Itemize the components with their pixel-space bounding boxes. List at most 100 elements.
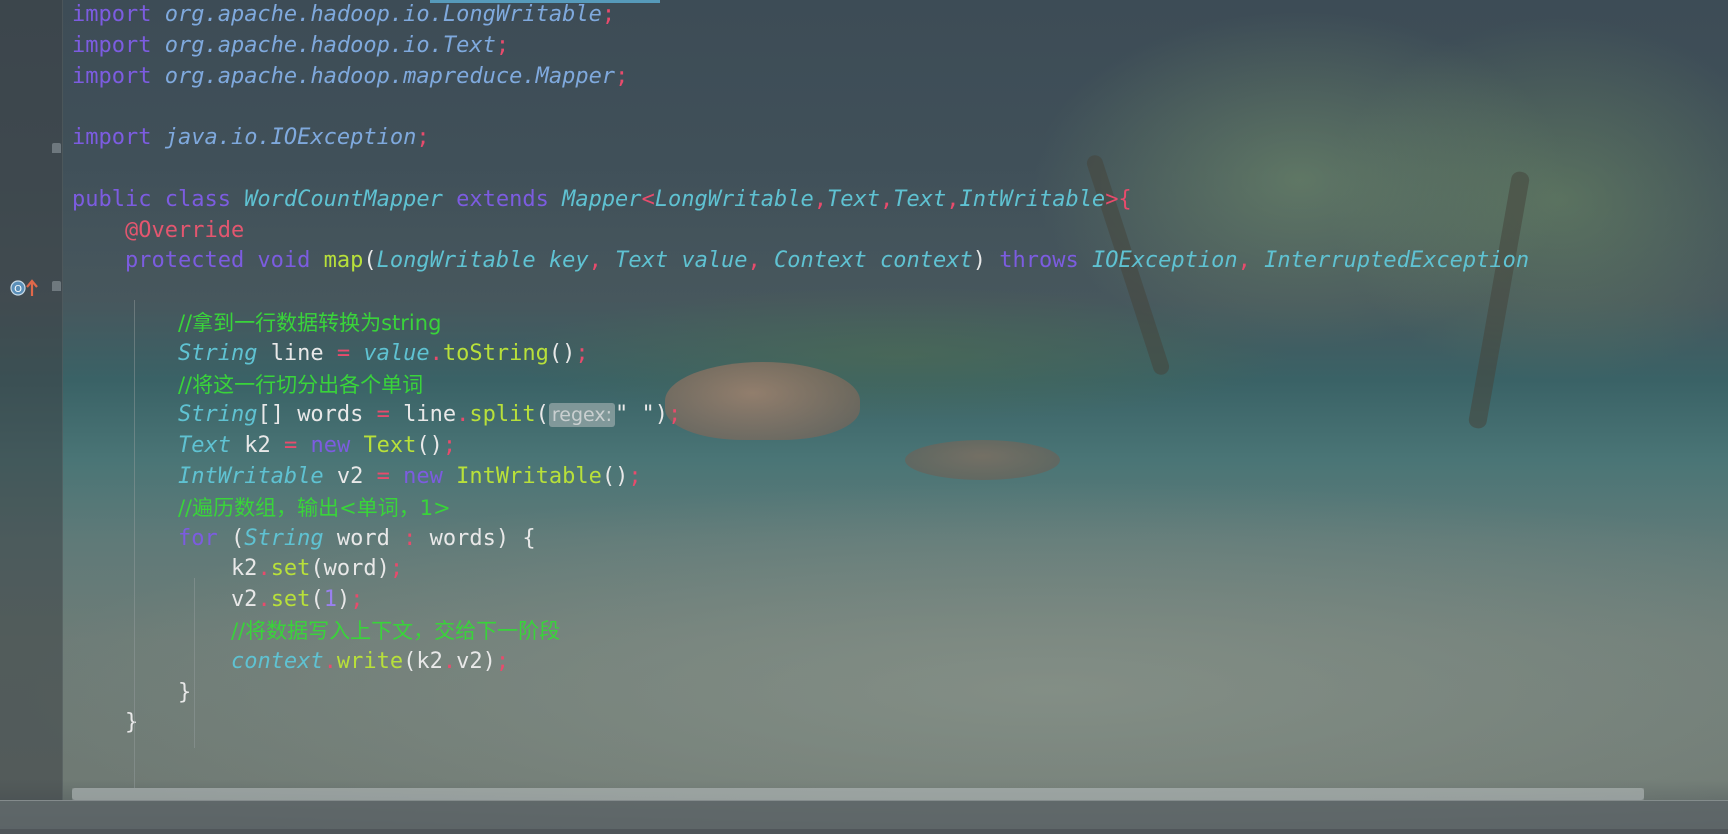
method-name: set [270, 587, 311, 613]
type-name: Text [893, 186, 947, 212]
code-line[interactable]: //将数据写入上下文，交给下一阶段 [72, 614, 560, 648]
punctuation: . [429, 340, 443, 366]
punctuation: ; [416, 125, 430, 151]
comment: //将这一行切分出各个单词 [177, 372, 424, 397]
code-text: v2 [336, 464, 377, 489]
code-line[interactable]: import org.apache.hadoop.io.Text; [72, 29, 509, 63]
method-name: split [469, 402, 536, 428]
punctuation: ; [495, 648, 510, 674]
punctuation: . [456, 402, 470, 428]
method-name: toString [442, 340, 549, 366]
code-line[interactable]: import org.apache.hadoop.io.LongWritable… [72, 0, 615, 32]
status-bar-strip [0, 829, 1728, 834]
type-name: LongWritable key [376, 248, 589, 274]
code-text: } [72, 679, 192, 705]
keyword: import [72, 32, 165, 58]
code-text: k2 [72, 556, 258, 582]
status-bar [0, 800, 1728, 834]
keyword: import [72, 63, 165, 89]
package-name: org.apache.hadoop.io.LongWritable [164, 2, 602, 27]
type-name: IntWritable [959, 186, 1106, 212]
keyword: protected void [124, 248, 324, 274]
code-line[interactable]: } [72, 706, 138, 740]
punctuation: ; [601, 2, 616, 27]
type-name: IOException [1091, 248, 1238, 274]
punctuation: ; [495, 32, 510, 58]
code-line[interactable]: IntWritable v2 = new IntWritable(); [72, 460, 642, 494]
method-name: map [323, 248, 364, 274]
rock-decoration [665, 362, 860, 440]
code-line[interactable]: @Override [72, 214, 244, 248]
punctuation: >{ [1105, 186, 1132, 212]
code-line[interactable]: //拿到一行数据转换为string [72, 306, 441, 340]
svg-text:O: O [14, 284, 22, 295]
code-line[interactable]: import java.io.IOException; [72, 121, 430, 155]
punctuation: = [283, 433, 311, 459]
punctuation: = [376, 464, 404, 489]
code-text: } [72, 710, 139, 736]
punctuation: ; [575, 340, 589, 366]
punctuation: , [813, 186, 828, 212]
ide-editor-window: O import org.apache.hadoop.io.LongWritab… [0, 0, 1728, 834]
code-line[interactable]: v2.set(1); [72, 583, 364, 617]
code-line[interactable]: String[] words = line.split(regex: " "); [72, 398, 681, 432]
parameter-hint: regex: [548, 403, 616, 428]
type-name: IntWritable [177, 464, 337, 489]
code-line[interactable]: //遍历数组，输出<单词，1> [72, 491, 451, 525]
code-text: ) [654, 402, 669, 428]
code-line[interactable]: context.write(k2.v2); [72, 645, 509, 679]
code-line[interactable]: for (String word : words) { [72, 522, 536, 556]
code-line[interactable]: public class WordCountMapper extends Map… [72, 183, 1132, 217]
code-line[interactable]: protected void map(LongWritable key, Tex… [72, 244, 1529, 278]
keyword: for [177, 525, 231, 551]
punctuation: , [946, 186, 960, 212]
indent-guide [134, 300, 135, 790]
code-line[interactable]: //将这一行切分出各个单词 [72, 368, 423, 402]
punctuation: ; [442, 433, 457, 459]
code-text: k2 [244, 433, 284, 459]
punctuation: . [257, 587, 271, 613]
punctuation: ; [615, 63, 629, 89]
keyword: public class [72, 186, 245, 212]
code-line[interactable]: Text k2 = new Text(); [72, 429, 456, 463]
code-line[interactable]: k2.set(word); [72, 552, 403, 586]
punctuation: < [641, 186, 655, 212]
method-name: IntWritable [456, 464, 602, 489]
type-name: String [244, 525, 337, 551]
code-line[interactable]: import org.apache.hadoop.mapreduce.Mappe… [72, 60, 628, 94]
code-line[interactable]: String line = value.toString(); [72, 337, 589, 371]
editor-gutter[interactable]: O [0, 0, 63, 800]
type-name: Text [177, 433, 245, 459]
method-name: write [336, 648, 404, 674]
punctuation: = [336, 340, 364, 366]
fold-marker-icon[interactable] [52, 281, 61, 291]
code-text: line [270, 340, 337, 366]
type-name: Mapper [562, 186, 642, 212]
package-name: org.apache.hadoop.mapreduce.Mapper [164, 63, 616, 89]
type-name: InterruptedException [1264, 248, 1530, 274]
code-text: ( [230, 525, 245, 551]
number-literal: 1 [323, 587, 337, 613]
code-text: ( [310, 587, 324, 613]
keyword: new [310, 433, 364, 459]
code-text: ) [972, 248, 1000, 274]
code-text: () [601, 464, 629, 489]
type-name: String [177, 340, 271, 366]
override-method-icon[interactable]: O [10, 278, 42, 298]
horizontal-scrollbar[interactable] [72, 788, 1644, 800]
code-line[interactable]: } [72, 676, 191, 710]
keyword: extends [456, 186, 563, 212]
comment: //将数据写入上下文，交给下一阶段 [230, 619, 561, 643]
fold-marker-icon[interactable] [52, 143, 61, 153]
string-literal: " " [615, 402, 655, 428]
type-name: LongWritable [654, 186, 814, 212]
punctuation: , [1237, 248, 1265, 274]
horizontal-scrollbar-thumb[interactable] [72, 788, 1644, 800]
